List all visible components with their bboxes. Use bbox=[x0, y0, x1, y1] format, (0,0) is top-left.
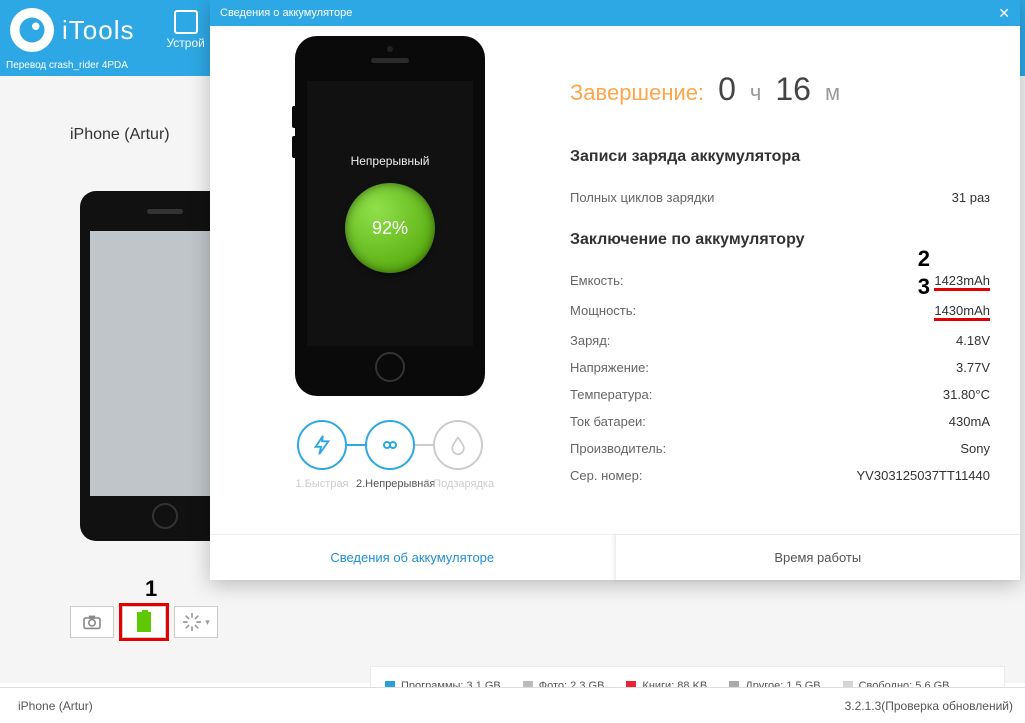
battery-percent: 92% bbox=[345, 183, 435, 273]
row-maker: Производитель:Sony bbox=[570, 435, 990, 462]
status-device: iPhone (Artur) bbox=[18, 699, 93, 713]
device-toolbar: ▾ bbox=[70, 606, 218, 638]
section-charge-records: Записи заряда аккумулятора bbox=[570, 148, 990, 166]
modal-title: Сведения о аккумуляторе bbox=[220, 7, 352, 19]
mode-labels: 1.Быстрая 2.Непрерывная 3.Подзарядка bbox=[288, 478, 492, 490]
row-current: Ток батареи:430mA bbox=[570, 408, 990, 435]
row-cycles: Полных циклов зарядки31 раз bbox=[570, 184, 990, 211]
modal-right-panel: Завершение: 0 ч 16 м Записи заряда аккум… bbox=[570, 26, 1020, 534]
drop-icon bbox=[448, 435, 468, 455]
modal-header: Сведения о аккумуляторе ✕ bbox=[210, 0, 1020, 26]
infinity-icon bbox=[378, 433, 402, 457]
device-name: iPhone (Artur) bbox=[70, 126, 170, 144]
device-icon bbox=[174, 10, 198, 34]
nav-tab-device[interactable]: Устрой bbox=[154, 2, 216, 58]
annotation-1: 1 bbox=[145, 576, 157, 602]
row-power: Мощность:1430mAh bbox=[570, 297, 990, 327]
screenshot-button[interactable] bbox=[70, 606, 114, 638]
bolt-icon bbox=[311, 434, 333, 456]
status-version[interactable]: 3.2.1.3(Проверка обновлений) bbox=[845, 699, 1013, 713]
logo-icon bbox=[10, 8, 54, 52]
annotation-3: 3 bbox=[918, 274, 930, 300]
battery-icon bbox=[137, 612, 151, 632]
eta-row: Завершение: 0 ч 16 м bbox=[570, 71, 990, 108]
annotation-2: 2 bbox=[918, 246, 930, 272]
mode-trickle[interactable] bbox=[433, 420, 483, 470]
chevron-down-icon: ▾ bbox=[205, 617, 210, 628]
nav-tabs: Устрой bbox=[154, 2, 216, 58]
modal-left-panel: Непрерывный 92% 1.Быстрая 2.Непрерывная … bbox=[210, 26, 570, 534]
spinner-icon bbox=[182, 612, 202, 632]
close-button[interactable]: ✕ bbox=[998, 5, 1010, 22]
row-serial: Сер. номер:YV303125037TT11440 bbox=[570, 462, 990, 489]
app-name: iTools bbox=[62, 15, 134, 46]
camera-icon bbox=[82, 614, 102, 630]
mode-fast[interactable] bbox=[297, 420, 347, 470]
modal-footer: Сведения об аккумуляторе Время работы bbox=[210, 534, 1020, 580]
battery-button[interactable] bbox=[122, 606, 166, 638]
mode-selector bbox=[297, 420, 483, 470]
mode-continuous[interactable] bbox=[365, 420, 415, 470]
more-button[interactable]: ▾ bbox=[174, 606, 218, 638]
tab-runtime[interactable]: Время работы bbox=[615, 535, 1021, 580]
phone-illustration: Непрерывный 92% bbox=[295, 36, 485, 396]
battery-info-modal: Сведения о аккумуляторе ✕ Непрерывный 92… bbox=[210, 0, 1020, 580]
tab-battery-info[interactable]: Сведения об аккумуляторе bbox=[210, 535, 615, 580]
app-logo: iTools bbox=[10, 8, 134, 52]
row-voltage: Напряжение:3.77V bbox=[570, 354, 990, 381]
charging-mode-label: Непрерывный bbox=[351, 154, 430, 168]
row-charge: Заряд:4.18V bbox=[570, 327, 990, 354]
row-temp: Температура:31.80°С bbox=[570, 381, 990, 408]
status-bar: iPhone (Artur) 3.2.1.3(Проверка обновлен… bbox=[0, 687, 1025, 723]
